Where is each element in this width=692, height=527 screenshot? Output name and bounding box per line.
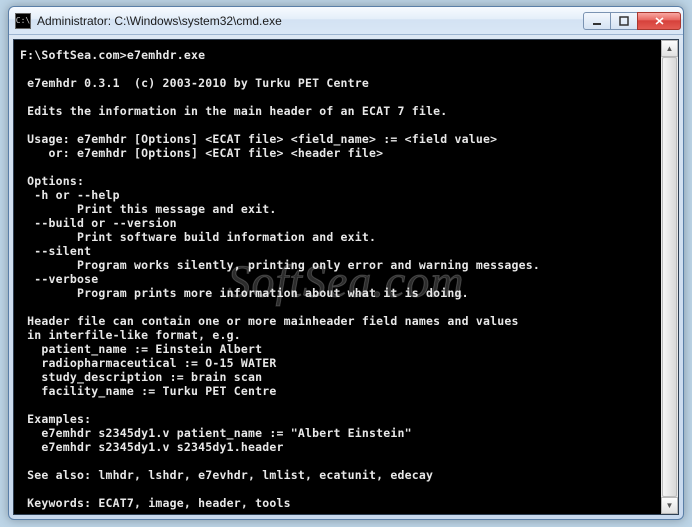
- console-output[interactable]: F:\SoftSea.com>e7emhdr.exe e7emhdr 0.3.1…: [14, 40, 678, 515]
- scroll-down-button[interactable]: ▼: [661, 497, 678, 514]
- maximize-button[interactable]: [610, 12, 638, 30]
- console-area: F:\SoftSea.com>e7emhdr.exe e7emhdr 0.3.1…: [13, 39, 679, 515]
- scroll-thumb[interactable]: [662, 57, 677, 497]
- vertical-scrollbar[interactable]: ▲ ▼: [661, 40, 678, 514]
- cmd-window: C:\ Administrator: C:\Windows\system32\c…: [8, 6, 684, 520]
- titlebar[interactable]: C:\ Administrator: C:\Windows\system32\c…: [9, 7, 683, 35]
- close-button[interactable]: [637, 12, 681, 30]
- window-title: Administrator: C:\Windows\system32\cmd.e…: [37, 14, 584, 28]
- window-controls: [584, 12, 681, 30]
- scroll-up-button[interactable]: ▲: [661, 40, 678, 57]
- minimize-button[interactable]: [583, 12, 611, 30]
- cmd-icon: C:\: [15, 13, 31, 29]
- scroll-track[interactable]: [661, 57, 678, 497]
